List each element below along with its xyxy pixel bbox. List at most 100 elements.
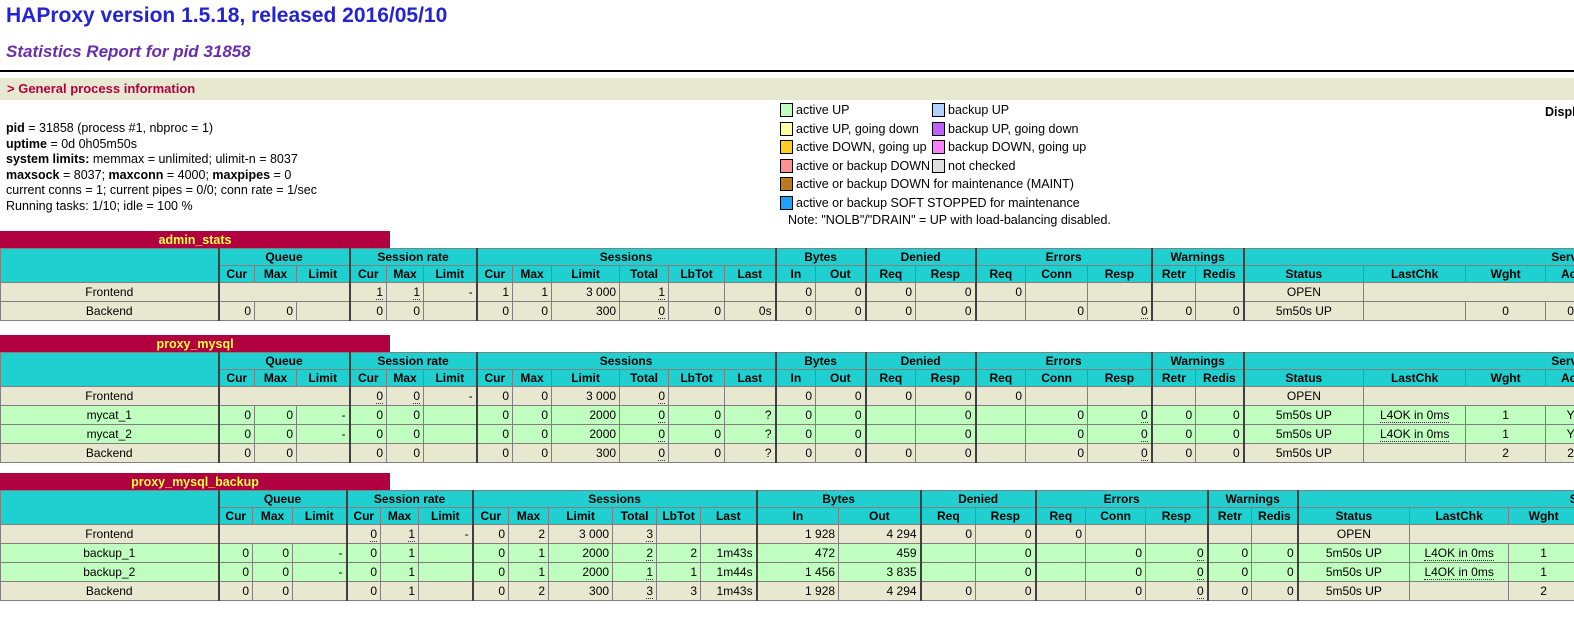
stat-cell: L4OK in 0ms — [1364, 425, 1466, 444]
column-header: In — [776, 266, 816, 283]
stat-cell: 0 — [1252, 563, 1298, 582]
stat-cell: 5m50s UP — [1298, 563, 1410, 582]
row-name: backup_1 — [1, 544, 219, 563]
legend-color-swatch — [780, 159, 793, 173]
stat-cell: 1m44s — [701, 563, 757, 582]
column-header: Status — [1244, 370, 1364, 387]
stat-cell: - — [293, 563, 347, 582]
stat-cell: 0 — [1036, 525, 1086, 544]
stat-cell: OPEN — [1244, 387, 1364, 406]
proxy-name-link[interactable]: proxy_mysql_backup — [131, 475, 259, 489]
process-info: pid = 31858 (process #1, nbproc = 1)upti… — [6, 121, 317, 214]
column-group-header: Session rate — [347, 491, 473, 508]
legend-color-swatch — [932, 122, 945, 136]
column-header: Last — [701, 508, 757, 525]
legend-color-swatch — [932, 103, 945, 117]
stat-cell — [424, 302, 477, 321]
legend-note: Note: "NOLB"/"DRAIN" = UP with load-bala… — [788, 213, 1111, 227]
stat-cell: 0 — [669, 425, 725, 444]
stat-cell: 0 — [1088, 444, 1152, 463]
column-header: Max — [387, 266, 424, 283]
process-info-line: current conns = 1; current pipes = 0/0; … — [6, 183, 317, 199]
column-header: Cur — [219, 370, 255, 387]
legend-item-label: backup UP, going down — [948, 122, 1078, 136]
column-header: Cur — [350, 266, 387, 283]
stat-cell: 0 — [1208, 544, 1252, 563]
column-header: LastChk — [1364, 266, 1466, 283]
column-group-header: Denied — [866, 353, 976, 370]
row-name: Backend — [1, 302, 219, 321]
legend-item: backup UP, going down — [932, 120, 1086, 139]
tooltip-value: 2 — [646, 546, 653, 561]
stat-cell: ? — [725, 406, 776, 425]
row-name: Backend — [1, 444, 219, 463]
stat-cell: 0 — [1196, 302, 1244, 321]
stat-cell: 0 — [976, 563, 1036, 582]
stat-cell: 0 — [1152, 302, 1196, 321]
stat-cell: 0 — [776, 302, 816, 321]
stat-cell: 0 — [1152, 406, 1196, 425]
column-header: Conn — [1026, 266, 1088, 283]
stats-table: QueueSession rateSessionsBytesDeniedErro… — [0, 248, 1574, 321]
stat-cell: 0 — [620, 444, 669, 463]
column-group-header-row: QueueSession rateSessionsBytesDeniedErro… — [1, 353, 1574, 370]
tooltip-value: 0 — [1141, 408, 1148, 423]
tooltip-value: 3 — [646, 527, 653, 542]
stat-cell: 0 — [976, 283, 1026, 302]
column-header: LbTot — [669, 370, 725, 387]
process-info-line: maxsock = 8037; maxconn = 4000; maxpipes… — [6, 168, 317, 184]
stat-cell: 0 — [816, 406, 866, 425]
stat-cell — [1036, 544, 1086, 563]
table-corner-cell — [1, 249, 219, 283]
stat-cell: 1 — [1466, 425, 1546, 444]
stat-cell: 0 — [1152, 425, 1196, 444]
column-group-header: Errors — [976, 353, 1152, 370]
proxy-name-link[interactable]: admin_stats — [159, 233, 232, 247]
stat-cell: 1 — [509, 544, 549, 563]
stat-cell: 1 — [381, 544, 419, 563]
proxy-name-bar: admin_stats — [0, 231, 390, 248]
stat-cell: 0 — [219, 406, 255, 425]
stat-cell: 0 — [866, 283, 916, 302]
stat-cell: 0 — [976, 387, 1026, 406]
stat-cell: 2000 — [552, 425, 620, 444]
column-group-header-row: QueueSession rateSessionsBytesDeniedErro… — [1, 491, 1574, 508]
table-row: mycat_200-0000200000?00000005m50s UPL4OK… — [1, 425, 1574, 444]
stat-cell — [1196, 283, 1244, 302]
stat-cell: 0 — [255, 444, 297, 463]
stat-cell: 0 — [219, 302, 255, 321]
stat-cell: 0 — [1196, 444, 1244, 463]
process-info-text: = 4000; — [163, 168, 212, 182]
tooltip-value: L4OK in 0ms — [1424, 546, 1493, 561]
column-group-header: Sessions — [477, 353, 776, 370]
stat-cell: 0 — [350, 302, 387, 321]
process-info-text: uptime — [6, 137, 47, 151]
stat-cell — [921, 544, 976, 563]
stat-cell: 0 — [776, 387, 816, 406]
stat-cell: 0 — [513, 302, 552, 321]
column-header: Limit — [552, 266, 620, 283]
stat-cell — [976, 444, 1026, 463]
column-group-header: Sessions — [477, 249, 776, 266]
stat-cell: 3 — [613, 582, 657, 601]
proxy-name-link[interactable]: proxy_mysql — [156, 337, 233, 351]
column-header: Retr — [1152, 370, 1196, 387]
stat-cell — [1196, 387, 1244, 406]
stat-cell: 0 — [347, 563, 381, 582]
column-header: Wght — [1509, 508, 1574, 525]
stat-cell: 0 — [916, 302, 976, 321]
tooltip-value: L4OK in 0ms — [1380, 427, 1449, 442]
legend-item: backup UP — [932, 101, 1086, 120]
tooltip-value: 0 — [658, 408, 665, 423]
column-group-header: Server — [1244, 353, 1574, 370]
page-title: HAProxy version 1.5.18, released 2016/05… — [6, 4, 447, 28]
column-group-header: Queue — [219, 353, 350, 370]
column-header: Redis — [1196, 266, 1244, 283]
stat-cell: 1 — [657, 563, 701, 582]
legend-item-label: active DOWN, going up — [796, 140, 927, 154]
column-header: Conn — [1086, 508, 1146, 525]
column-header: Resp — [1088, 370, 1152, 387]
stat-cell — [419, 563, 473, 582]
stat-cell — [669, 387, 725, 406]
stat-cell: 0 — [1026, 444, 1088, 463]
